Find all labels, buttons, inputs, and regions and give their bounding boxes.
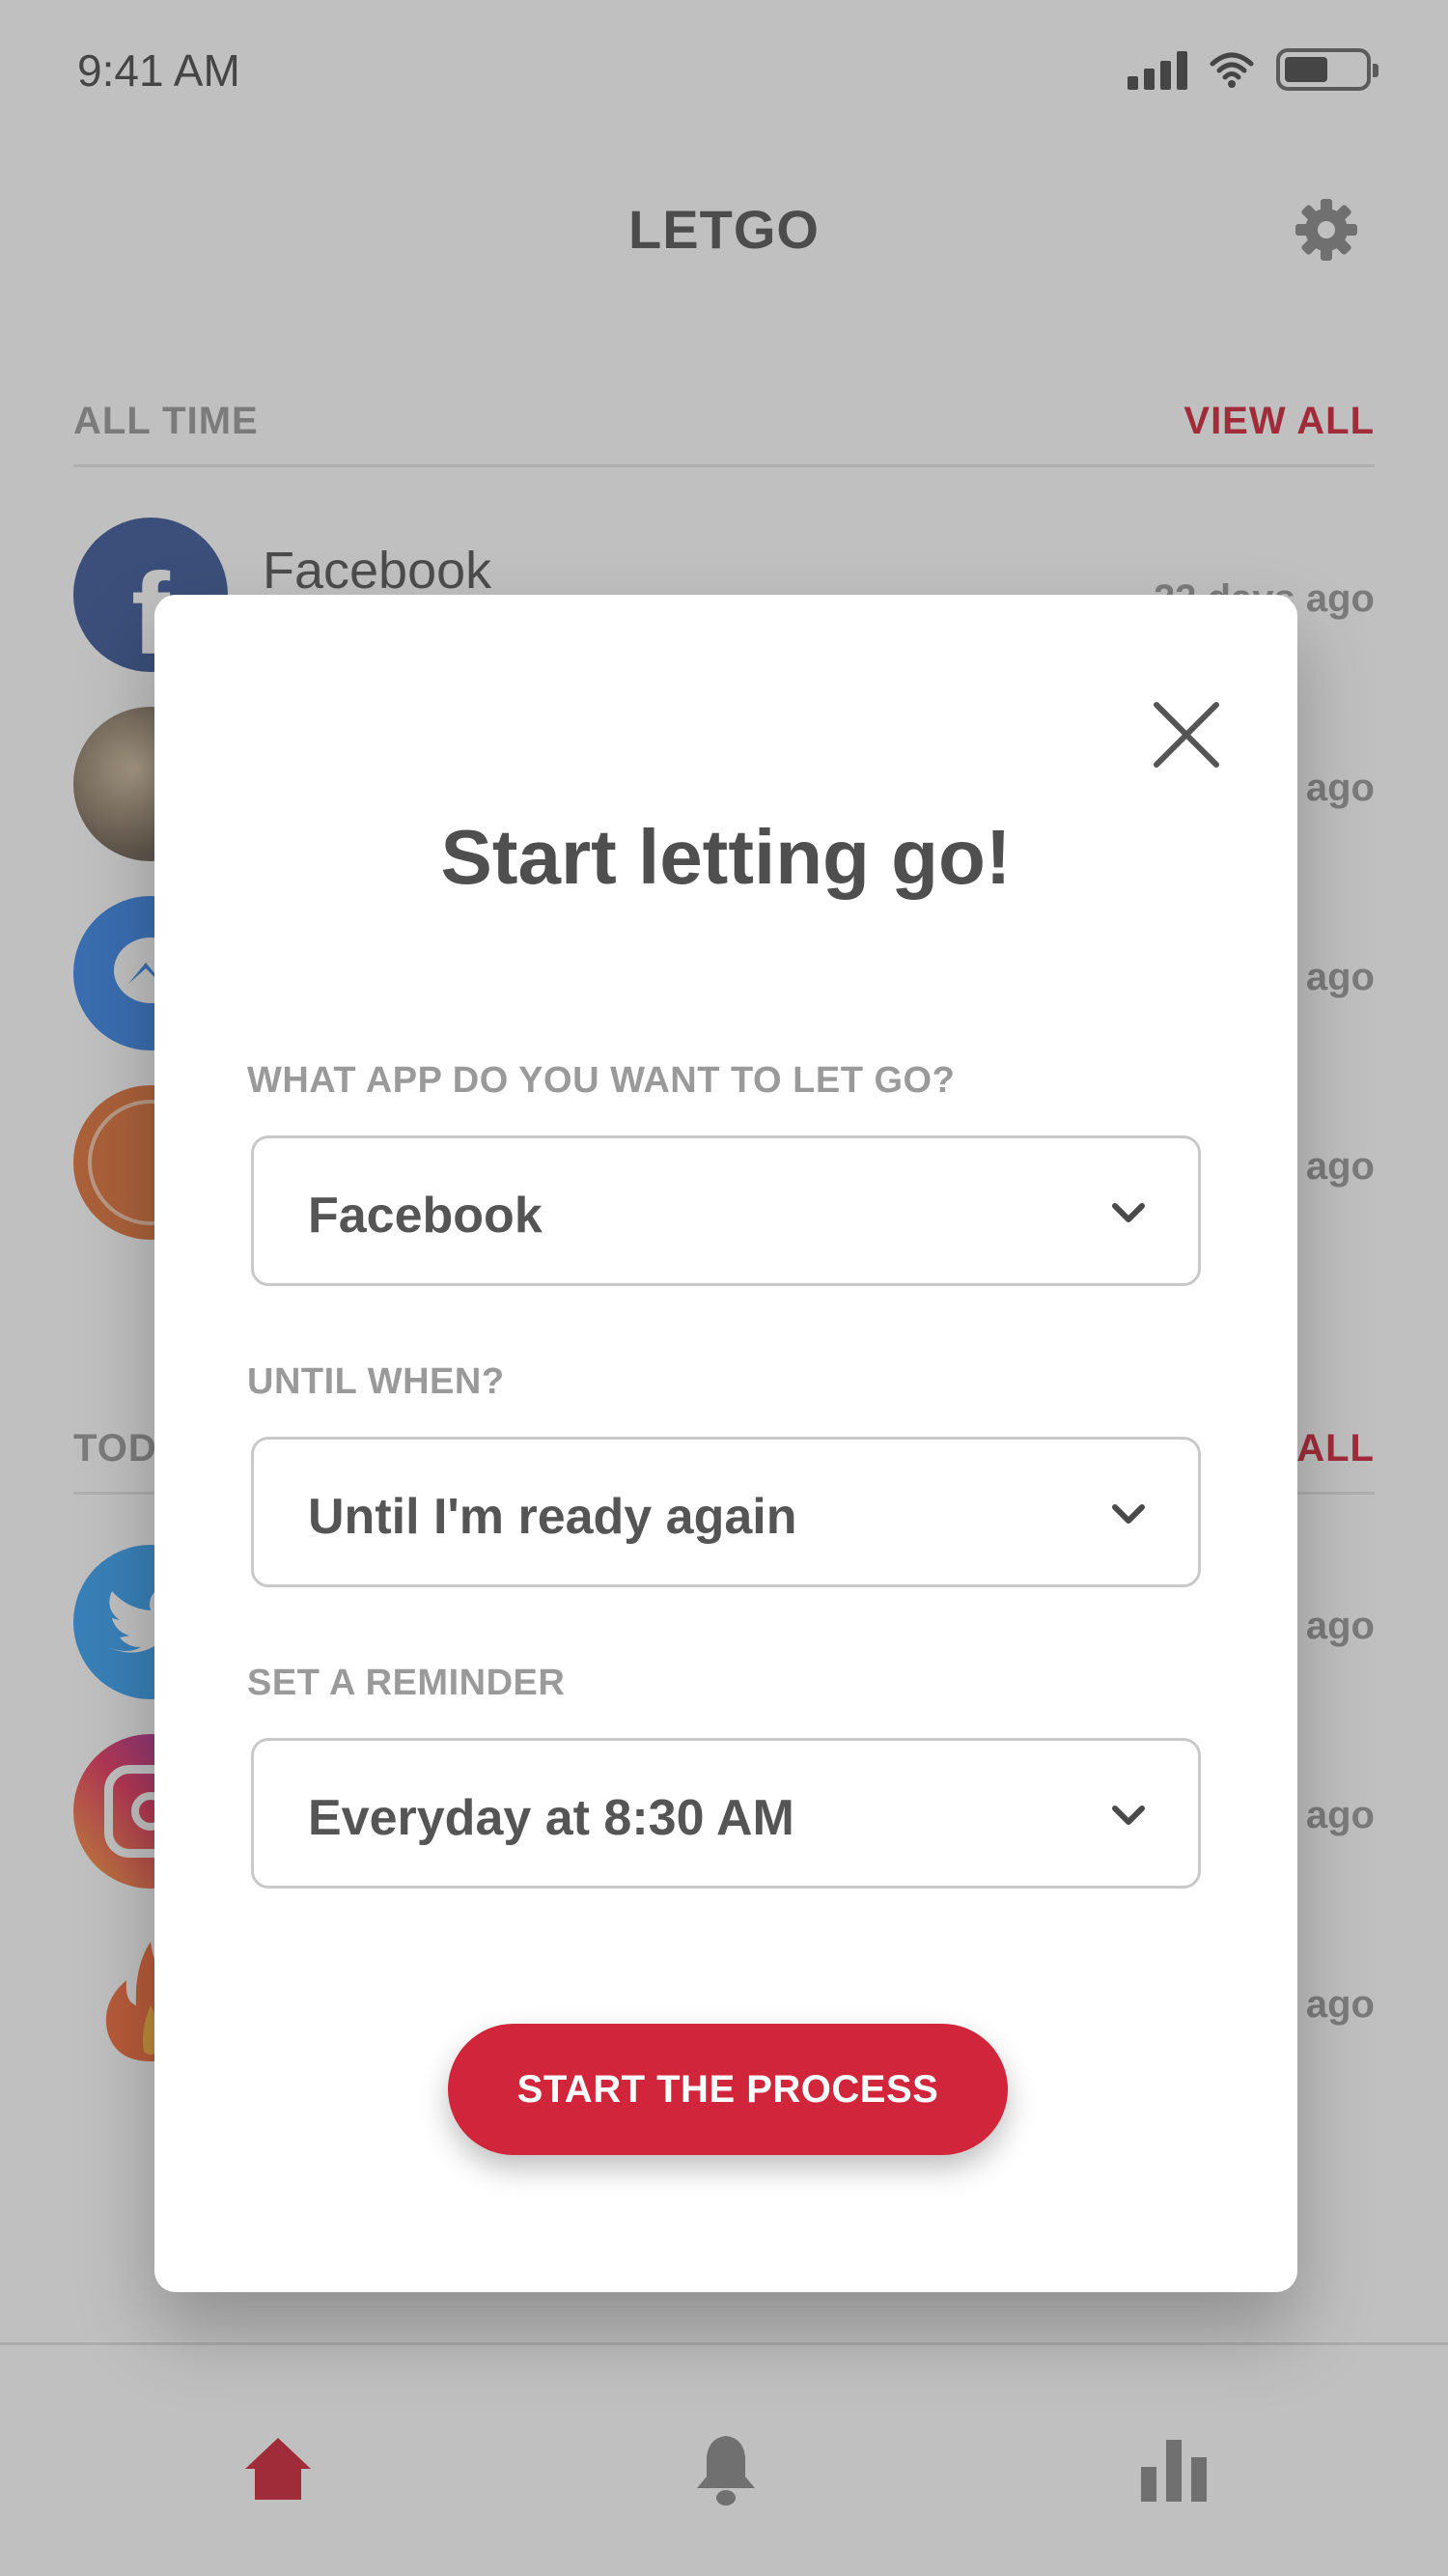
app-select[interactable]: Facebook [251,1135,1201,1286]
start-letting-go-modal: Start letting go! WHAT APP DO YOU WANT T… [154,595,1297,2292]
until-field-label: UNTIL WHEN? [247,1361,505,1402]
app-field-label: WHAT APP DO YOU WANT TO LET GO? [247,1060,956,1101]
reminder-select-value: Everyday at 8:30 AM [308,1790,794,1846]
start-process-button[interactable]: START THE PROCESS [448,2024,1008,2155]
reminder-select[interactable]: Everyday at 8:30 AM [251,1738,1201,1889]
until-select-value: Until I'm ready again [308,1489,797,1545]
app-screen: 9:41 AM LETGO ALL TIME VIEW ALL f Facebo… [0,0,1448,2576]
chevron-down-icon [1112,1504,1145,1524]
chevron-down-icon [1112,1203,1145,1222]
app-select-value: Facebook [308,1188,543,1244]
modal-title: Start letting go! [440,814,1012,900]
chevron-down-icon [1112,1806,1145,1825]
close-icon[interactable] [1143,691,1230,778]
reminder-field-label: SET A REMINDER [247,1663,566,1703]
until-select[interactable]: Until I'm ready again [251,1437,1201,1587]
